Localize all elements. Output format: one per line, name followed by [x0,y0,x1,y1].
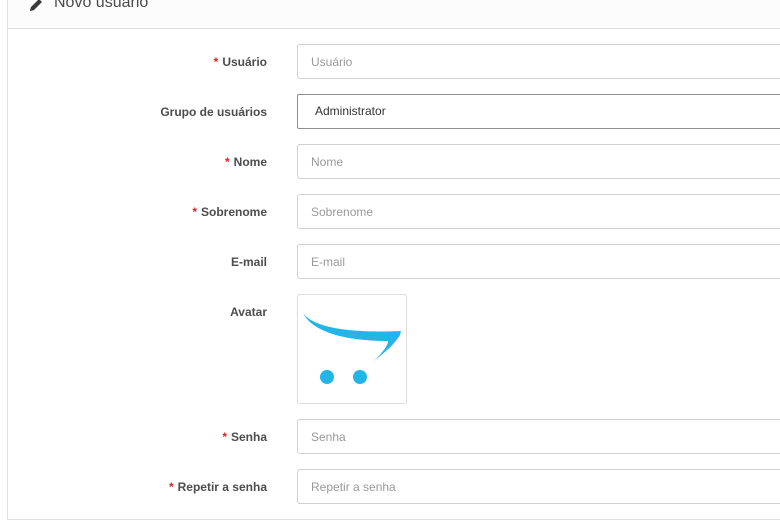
required-marker: * [224,155,230,169]
username-label: * Usuário [213,55,267,69]
firstname-input[interactable] [297,144,780,179]
password-input[interactable] [297,419,780,454]
required-marker: * [222,430,227,444]
opencart-cart-logo-icon [303,313,401,384]
user-group-label: Grupo de usuários [160,105,267,119]
email-label: E-mail [230,255,267,269]
avatar-label: Avatar [230,305,267,319]
lastname-input[interactable] [297,194,780,229]
confirm-password-input[interactable] [297,469,780,504]
username-input[interactable] [297,44,780,79]
password-label: * Senha [222,430,267,444]
avatar-thumbnail[interactable] [297,294,407,404]
lastname-label: * Sobrenome [192,205,267,219]
user-group-select[interactable]: Administrator [297,94,780,129]
firstname-label: * Nome [224,155,267,169]
page-title: Novo usuário [54,0,149,11]
required-marker: * [192,205,197,219]
pencil-icon [28,0,44,13]
confirm-label: * Repetir a senha [168,480,267,494]
required-marker: * [213,55,219,69]
email-input[interactable] [297,244,780,279]
panel-heading: Novo usuário [7,0,780,29]
required-marker: * [168,480,174,494]
